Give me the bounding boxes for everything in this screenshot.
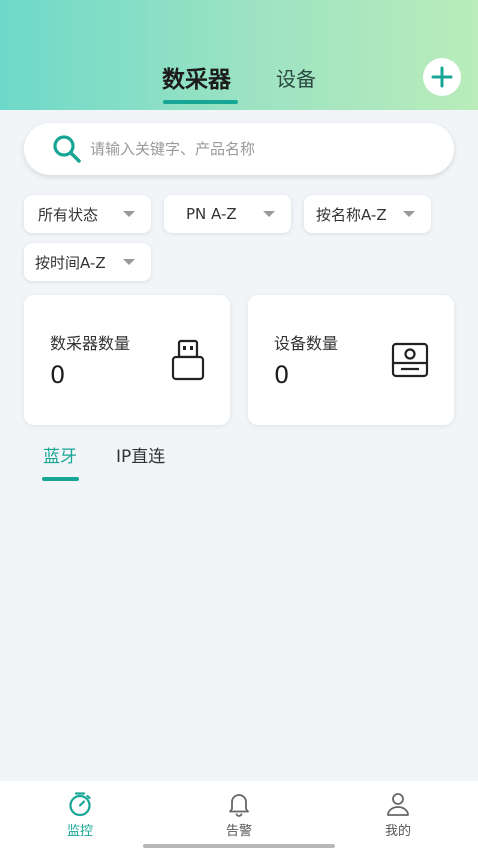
search-bar [24, 123, 454, 175]
nav-profile[interactable]: 我的 [358, 791, 438, 843]
filter-status-label: 所有状态 [38, 205, 99, 224]
usb-dongle-icon [171, 339, 205, 381]
nav-monitor-label: 监控 [66, 824, 93, 839]
active-tab-indicator [163, 100, 238, 104]
filter-status[interactable]: 所有状态 [24, 195, 151, 233]
search-icon[interactable] [52, 134, 82, 164]
chevron-down-icon [263, 211, 275, 217]
tab-collectors[interactable]: 数采器 [162, 60, 231, 94]
bottom-navigation: 监控 告警 我的 [0, 781, 478, 850]
add-button[interactable] [423, 58, 461, 96]
filter-pn-label: PN A-Z [186, 205, 237, 223]
stopwatch-icon [69, 792, 91, 817]
collector-count-card[interactable]: 数采器数量 0 [24, 295, 230, 425]
home-indicator [143, 844, 335, 848]
chevron-down-icon [123, 211, 135, 217]
device-count-value: 0 [274, 361, 290, 389]
device-count-card[interactable]: 设备数量 0 [248, 295, 454, 425]
chevron-down-icon [123, 259, 135, 265]
filter-pn[interactable]: PN A-Z [164, 195, 291, 233]
search-input[interactable] [90, 134, 420, 164]
nav-monitor[interactable]: 监控 [40, 791, 120, 843]
user-icon [387, 793, 409, 816]
filter-time-label: 按时间A-Z [35, 253, 106, 272]
plus-icon [431, 66, 453, 88]
device-icon [391, 342, 429, 378]
collector-count-value: 0 [50, 361, 66, 389]
tab-bluetooth[interactable]: 蓝牙 [43, 442, 77, 467]
nav-alarm[interactable]: 告警 [199, 791, 279, 843]
nav-alarm-label: 告警 [225, 824, 252, 839]
filter-name-label: 按名称A-Z [316, 205, 387, 224]
tab-ip-direct[interactable]: IP直连 [116, 442, 165, 467]
bell-icon [229, 794, 249, 817]
chevron-down-icon [403, 211, 415, 217]
tab-devices[interactable]: 设备 [276, 63, 316, 92]
filter-time[interactable]: 按时间A-Z [24, 243, 151, 281]
app-header: 数采器 设备 [0, 0, 478, 110]
collector-count-label: 数采器数量 [50, 334, 131, 353]
nav-profile-label: 我的 [384, 824, 411, 839]
sub-tab-indicator [42, 477, 79, 481]
device-count-label: 设备数量 [274, 334, 339, 353]
filter-name[interactable]: 按名称A-Z [304, 195, 431, 233]
